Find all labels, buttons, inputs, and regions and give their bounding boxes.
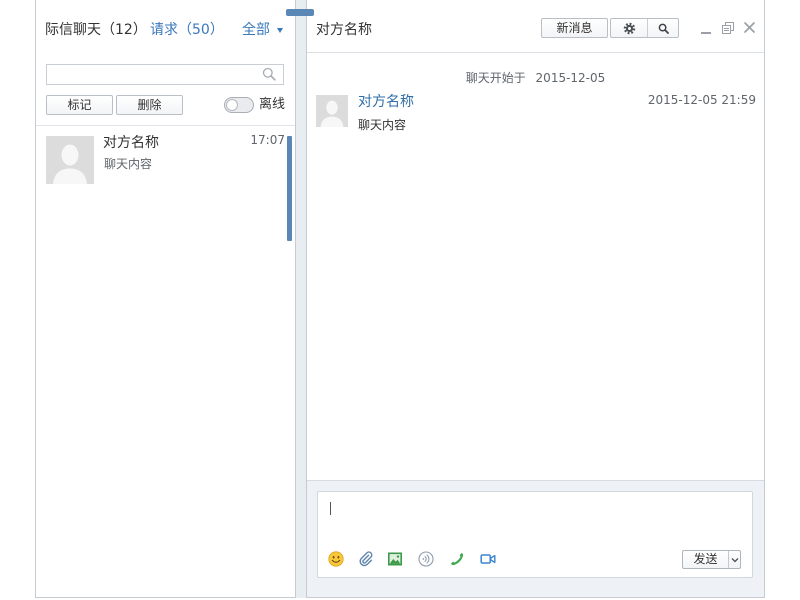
video-icon[interactable]: [480, 551, 496, 567]
conversation-panel-title: 际信聊天（12）: [45, 22, 147, 38]
offline-toggle[interactable]: [224, 97, 254, 113]
voice-icon[interactable]: [418, 551, 434, 567]
chevron-down-icon: [731, 557, 739, 563]
splitter-handle[interactable]: [286, 9, 314, 16]
new-message-button[interactable]: 新消息: [541, 18, 608, 38]
offline-label: 离线: [259, 97, 286, 112]
attachment-icon[interactable]: [358, 551, 374, 567]
search-input[interactable]: [47, 65, 261, 84]
minimize-icon: [700, 23, 712, 35]
message-text: 聊天内容: [358, 118, 407, 132]
message-sender[interactable]: 对方名称: [358, 93, 414, 111]
message-timestamp: 2015-12-05 21:59: [647, 93, 756, 107]
chat-panel: 对方名称 新消息 聊天开始于 2015-12-05 对方名称 2015-12-0…: [306, 0, 765, 598]
conversation-preview: 聊天内容: [104, 157, 153, 171]
close-icon: [743, 21, 756, 34]
contact-name: 对方名称: [103, 135, 159, 151]
search-icon: [262, 67, 276, 81]
minimize-button[interactable]: [699, 22, 712, 35]
search-icon: [658, 23, 669, 34]
chat-tool-group: [610, 18, 679, 38]
send-group: 发送: [682, 550, 741, 569]
conversation-time: 17:07: [250, 133, 285, 147]
send-options-button[interactable]: [728, 551, 740, 568]
chat-header: 对方名称 新消息: [307, 0, 764, 53]
text-caret: [330, 502, 331, 515]
chat-title: 对方名称: [316, 22, 372, 38]
caret-down-icon: [277, 28, 283, 33]
panel-splitter[interactable]: [296, 0, 306, 598]
conversation-item[interactable]: 对方名称 17:07 聊天内容: [36, 126, 295, 192]
filter-label: 全部: [242, 22, 270, 38]
message-input[interactable]: 发送: [317, 491, 753, 578]
emoji-icon[interactable]: [328, 551, 344, 567]
delete-button[interactable]: 删除: [116, 95, 183, 115]
gear-icon: [623, 22, 636, 35]
filter-dropdown[interactable]: 全部: [242, 21, 283, 39]
requests-link[interactable]: 请求（50）: [150, 21, 224, 39]
default-avatar-icon: [46, 136, 94, 184]
default-avatar-icon: [316, 95, 348, 127]
session-start: 聊天开始于 2015-12-05: [307, 70, 764, 86]
send-button[interactable]: 发送: [683, 551, 728, 568]
restore-icon: [721, 21, 734, 34]
session-start-label: 聊天开始于: [465, 71, 526, 85]
settings-button[interactable]: [611, 19, 647, 37]
phone-icon[interactable]: [449, 551, 465, 567]
toggle-knob: [226, 99, 238, 111]
search-field[interactable]: [46, 64, 284, 85]
composer-area: 发送: [307, 480, 764, 597]
conversation-panel: 际信聊天（12） 请求（50） 全部 标记 删除 离线 对方名称 17:07 聊…: [35, 0, 296, 598]
mark-button[interactable]: 标记: [46, 95, 113, 115]
image-icon[interactable]: [387, 551, 403, 567]
restore-button[interactable]: [721, 21, 734, 34]
close-button[interactable]: [743, 21, 756, 34]
conversation-list-scrollbar[interactable]: [287, 136, 292, 241]
search-messages-button[interactable]: [647, 19, 678, 37]
session-start-date: 2015-12-05: [535, 71, 606, 85]
